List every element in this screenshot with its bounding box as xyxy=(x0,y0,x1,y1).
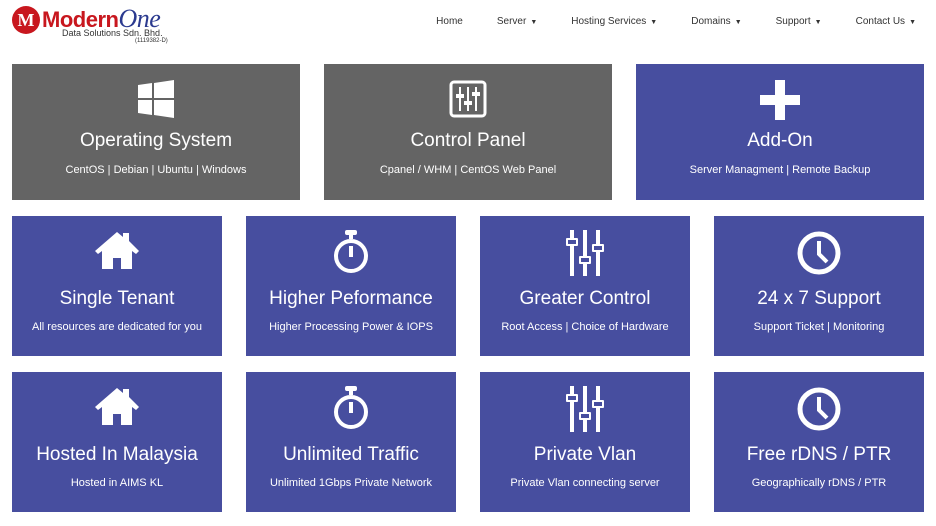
nav-label: Domains xyxy=(691,16,731,27)
home-icon xyxy=(12,230,222,270)
tile-greater-control[interactable]: Greater Control Root Access | Choice of … xyxy=(480,216,690,356)
tile-title: Greater Control xyxy=(519,288,651,309)
logo-mark: M xyxy=(12,6,40,34)
tile-operating-system[interactable]: Operating System CentOS | Debian | Ubunt… xyxy=(12,64,300,200)
caret-down-icon: ▼ xyxy=(734,19,742,26)
nav-domains[interactable]: Domains ▼ xyxy=(691,16,741,27)
tile-24-x-7-support[interactable]: 24 x 7 Support Support Ticket | Monitori… xyxy=(714,216,924,356)
tile-title: Add-On xyxy=(747,130,813,151)
clock-icon xyxy=(714,386,924,432)
tile-subtitle: CentOS | Debian | Ubuntu | Windows xyxy=(65,164,247,176)
main-nav: Home Server ▼ Hosting Services ▼ Domains ▼ Supp… xyxy=(402,16,916,27)
nav-label: Home xyxy=(436,16,463,27)
tile-subtitle: Root Access | Choice of Hardware xyxy=(501,321,669,333)
tile-subtitle: Private Vlan connecting server xyxy=(510,477,660,489)
caret-down-icon: ▼ xyxy=(814,19,822,26)
tile-control-panel[interactable]: Control Panel Cpanel / WHM | CentOS Web … xyxy=(324,64,612,200)
nav-label: Contact Us xyxy=(855,16,906,27)
nav-label: Hosting Services xyxy=(571,16,647,27)
tile-subtitle: Server Managment | Remote Backup xyxy=(689,164,871,176)
caret-down-icon: ▼ xyxy=(650,19,658,26)
tile-subtitle: Hosted in AIMS KL xyxy=(70,477,164,489)
tile-hosted-in-malaysia[interactable]: Hosted In Malaysia Hosted in AIMS KL xyxy=(12,372,222,512)
tile-higher-peformance[interactable]: Higher Peformance Higher Processing Powe… xyxy=(246,216,456,356)
tile-title: Single Tenant xyxy=(59,288,175,309)
tile-private-vlan[interactable]: Private Vlan Private Vlan connecting ser… xyxy=(480,372,690,512)
tile-unlimited-traffic[interactable]: Unlimited Traffic Unlimited 1Gbps Privat… xyxy=(246,372,456,512)
nav-home[interactable]: Home xyxy=(436,16,463,27)
stopwatch-icon xyxy=(246,230,456,274)
nav-label: Server xyxy=(496,16,527,27)
tile-subtitle: Geographically rDNS / PTR xyxy=(751,477,887,489)
tile-title: 24 x 7 Support xyxy=(757,288,881,309)
tile-subtitle: All resources are dedicated for you xyxy=(32,321,202,333)
tile-title: Higher Peformance xyxy=(269,288,433,309)
windows-icon xyxy=(12,80,300,118)
home-icon xyxy=(12,386,222,426)
sliders-icon xyxy=(480,230,690,276)
tile-add-on[interactable]: Add-On Server Managment | Remote Backup xyxy=(636,64,924,200)
nav-hosting-services[interactable]: Hosting Services ▼ xyxy=(571,16,657,27)
tile-subtitle: Cpanel / WHM | CentOS Web Panel xyxy=(379,164,557,176)
plus-icon xyxy=(636,80,924,120)
tile-subtitle: Unlimited 1Gbps Private Network xyxy=(269,477,432,489)
clock-icon xyxy=(714,230,924,276)
sliders-icon xyxy=(480,386,690,432)
logo-company: Data Solutions Sdn. Bhd. xyxy=(62,28,163,38)
logo-reg: (1119382-D) xyxy=(135,38,168,44)
tile-title: Unlimited Traffic xyxy=(283,444,419,465)
tile-free-rdns-ptr[interactable]: Free rDNS / PTR Geographically rDNS / PT… xyxy=(714,372,924,512)
caret-down-icon: ▼ xyxy=(909,19,916,26)
tile-subtitle: Higher Processing Power & IOPS xyxy=(269,321,433,333)
nav-support[interactable]: Support ▼ xyxy=(776,16,822,27)
nav-label: Support xyxy=(775,16,811,27)
tile-title: Hosted In Malaysia xyxy=(36,444,198,465)
logo[interactable]: M ModernOne Data Solutions Sdn. Bhd. (11… xyxy=(12,4,182,44)
tile-single-tenant[interactable]: Single Tenant All resources are dedicate… xyxy=(12,216,222,356)
tile-title: Operating System xyxy=(79,130,233,151)
tile-title: Private Vlan xyxy=(533,444,637,465)
nav-server[interactable]: Server ▼ xyxy=(497,16,537,27)
tile-title: Control Panel xyxy=(410,130,526,151)
nav-contact-us[interactable]: Contact Us ▼ xyxy=(856,16,916,27)
caret-down-icon: ▼ xyxy=(530,19,538,26)
tile-title: Free rDNS / PTR xyxy=(746,444,892,465)
tile-subtitle: Support Ticket | Monitoring xyxy=(753,321,885,333)
sliders-square-icon xyxy=(324,80,612,118)
stopwatch-icon xyxy=(246,386,456,430)
